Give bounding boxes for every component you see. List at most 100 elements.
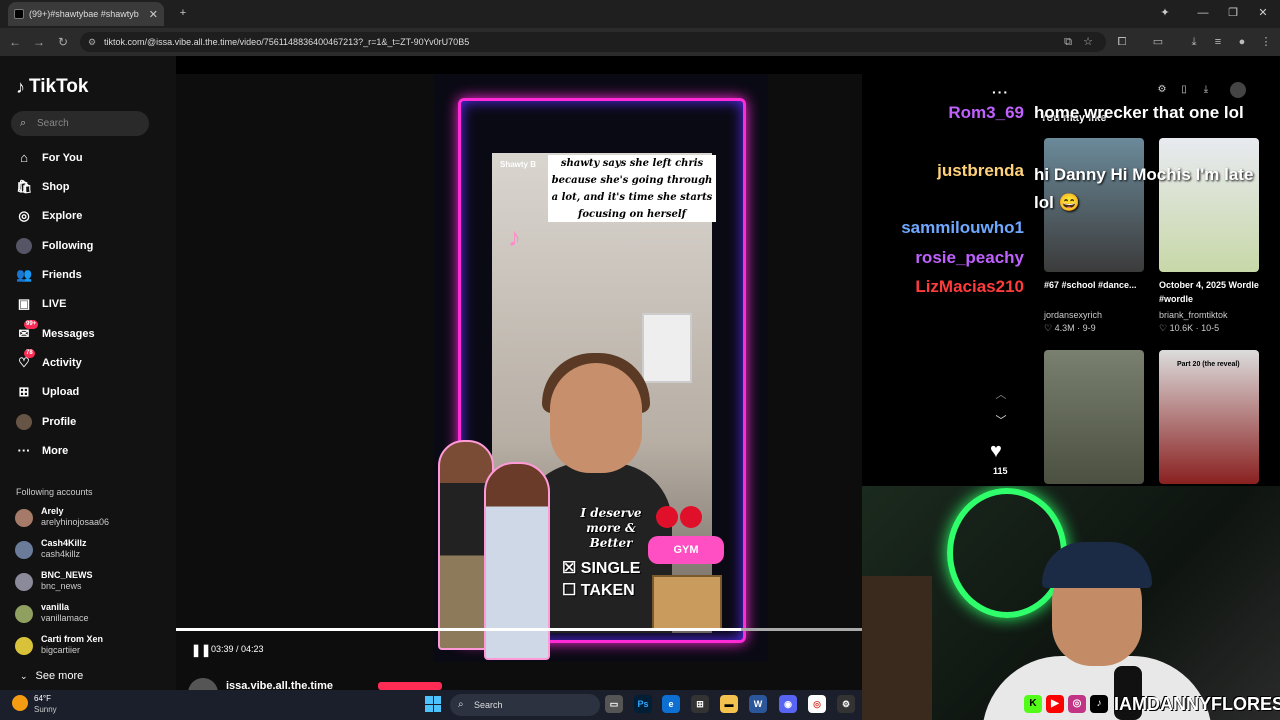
follow-button[interactable] [378, 682, 442, 690]
avatar [15, 509, 33, 527]
address-bar[interactable]: ⚙ tiktok.com/@issa.vibe.all.the.time/vid… [80, 32, 1106, 52]
nav-shop[interactable]: 🛍 Shop [16, 176, 166, 198]
photoshop-icon[interactable]: Ps [634, 695, 652, 713]
download-icon[interactable]: ⤓ [1186, 34, 1202, 50]
see-more-label: See more [35, 670, 84, 682]
url-text: tiktok.com/@issa.vibe.all.the.time/video… [104, 37, 470, 47]
profile-avatar-icon[interactable]: ● [1234, 34, 1250, 50]
edge-icon[interactable]: e [662, 695, 680, 713]
nav-label: Activity [42, 357, 82, 369]
next-video-icon[interactable]: ﹀ [992, 412, 1010, 430]
nav-label: Friends [42, 269, 82, 281]
nav-more[interactable]: ··· More [16, 440, 166, 462]
reload-icon[interactable]: ↻ [54, 33, 72, 51]
gym-dumbbell-sticker: GYM [648, 536, 724, 564]
pause-icon[interactable]: ❚❚ [191, 643, 211, 657]
taskbar-search-label: Search [474, 700, 503, 710]
card-thumbnail [1044, 350, 1144, 484]
shop-icon: 🛍 [16, 179, 33, 194]
taken-checkbox-label: ☐ TAKEN [562, 582, 635, 599]
card-user: jordansexyrich [1044, 310, 1103, 320]
tiktok-note-icon: ♪ [16, 76, 25, 97]
following-account[interactable]: vanilla vanillamace [15, 602, 165, 628]
card-stats: ♡ 4.3M · 9-9 [1044, 323, 1096, 333]
close-window-button[interactable]: ✕ [1248, 4, 1278, 22]
browser-tab[interactable]: (99+)#shawtybae #shawtyb ✕ [8, 2, 164, 26]
home-icon: ⌂ [20, 150, 28, 165]
settings-icon[interactable]: ⚙ [1154, 82, 1170, 98]
weather-temperature: 64°F [34, 694, 51, 703]
new-tab-button[interactable]: + [168, 4, 198, 22]
chat-username: Rom3_69 [948, 103, 1024, 122]
forward-arrow-icon[interactable]: → [30, 33, 48, 51]
windows-start-icon[interactable] [425, 696, 441, 712]
account-name: Cash4Killz [41, 538, 87, 548]
nav-label: For You [42, 152, 83, 164]
device-icon[interactable]: ▯ [1176, 82, 1192, 98]
card-title: October 4, 2025 Wordle #wordle [1159, 280, 1259, 304]
single-text: SINGLE [580, 560, 641, 577]
nav-for-you[interactable]: ⌂ For You [16, 147, 166, 169]
taskbar-search[interactable]: ⌕ Search [450, 694, 600, 716]
avatar [15, 541, 33, 559]
nav-friends[interactable]: 👥 Friends [16, 264, 166, 286]
reading-list-icon[interactable]: ≡ [1210, 34, 1226, 50]
following-account[interactable]: Cash4Killz cash4killz [15, 538, 165, 564]
more-icon: ··· [17, 443, 31, 458]
upload-icon: ⊞ [18, 384, 30, 399]
tiktok-watermark-icon: ♪ [508, 222, 521, 252]
video-caption: shawty says she left chris because she's… [548, 155, 716, 222]
cast-icon[interactable]: ⧉ [1060, 34, 1076, 50]
nav-label: More [42, 445, 69, 457]
weather-description: Sunny [34, 705, 57, 714]
user-avatar-icon[interactable] [1230, 82, 1246, 98]
download-app-icon[interactable]: ⤓ [1198, 82, 1214, 98]
file-explorer-icon[interactable]: ▬ [720, 695, 738, 713]
following-account[interactable]: BNC_NEWS bnc_news [15, 570, 165, 596]
chrome-icon[interactable]: ◎ [808, 695, 826, 713]
bookmark-star-icon[interactable]: ☆ [1080, 34, 1096, 50]
account-name: vanilla [41, 602, 70, 612]
more-options-icon[interactable]: ··· [992, 84, 1009, 100]
maximize-button[interactable]: ❐ [1218, 4, 1248, 22]
taken-text: TAKEN [580, 582, 635, 599]
nav-messages[interactable]: ✉ 99+ Messages [16, 320, 166, 345]
see-more-button[interactable]: ⌄ See more [20, 670, 83, 682]
store-icon[interactable]: ⊞ [691, 695, 709, 713]
account-handle: bigcartiier [41, 645, 81, 655]
discord-icon[interactable]: ◉ [779, 695, 797, 713]
nav-explore[interactable]: ◎ Explore [16, 205, 166, 227]
following-account[interactable]: Arely arelyhinojosaa06 [15, 506, 165, 532]
nav-live[interactable]: ▣ LIVE [16, 293, 166, 315]
back-arrow-icon[interactable]: ← [6, 33, 24, 51]
card-title: Part 20 (the reveal) [1177, 361, 1240, 368]
chat-username: LizMacias210 [915, 277, 1024, 296]
weather-sun-icon[interactable] [12, 695, 28, 711]
site-info-icon[interactable]: ⚙ [88, 32, 96, 52]
nav-upload[interactable]: ⊞ Upload [16, 381, 166, 403]
following-account[interactable]: Carti from Xen bigcartiier [15, 634, 165, 660]
following-avatar-icon [16, 238, 32, 254]
nav-label: Shop [42, 181, 70, 193]
previous-video-icon[interactable]: ︿ [992, 386, 1010, 404]
nav-label: Profile [42, 416, 77, 428]
tab-close-icon[interactable]: ✕ [149, 8, 158, 21]
tiktok-logo[interactable]: ♪ TikTok [16, 76, 88, 98]
account-handle: cash4killz [41, 549, 81, 559]
task-view-icon[interactable]: ▭ [605, 695, 623, 713]
browser-menu-icon[interactable]: ⋮ [1258, 34, 1274, 50]
settings-app-icon[interactable]: ⚙ [837, 695, 855, 713]
extensions-icon[interactable]: ⧠ [1114, 34, 1130, 50]
streamer-handle: IAMDANNYFLORES [1114, 693, 1280, 714]
nav-profile[interactable]: Profile [16, 411, 166, 433]
nav-activity[interactable]: ♡ 78 Activity [16, 349, 166, 374]
minimize-button[interactable]: — [1188, 4, 1218, 22]
word-icon[interactable]: W [749, 695, 767, 713]
search-input[interactable]: ⌕ Search [11, 111, 149, 136]
account-handle: vanillamace [41, 613, 89, 623]
nav-label: Upload [42, 386, 80, 398]
heart-icon[interactable]: ♥ [990, 440, 1002, 463]
copilot-icon[interactable]: ✦ [1150, 4, 1180, 22]
nav-following[interactable]: Following [16, 235, 166, 257]
split-view-icon[interactable]: ▭ [1150, 34, 1166, 50]
